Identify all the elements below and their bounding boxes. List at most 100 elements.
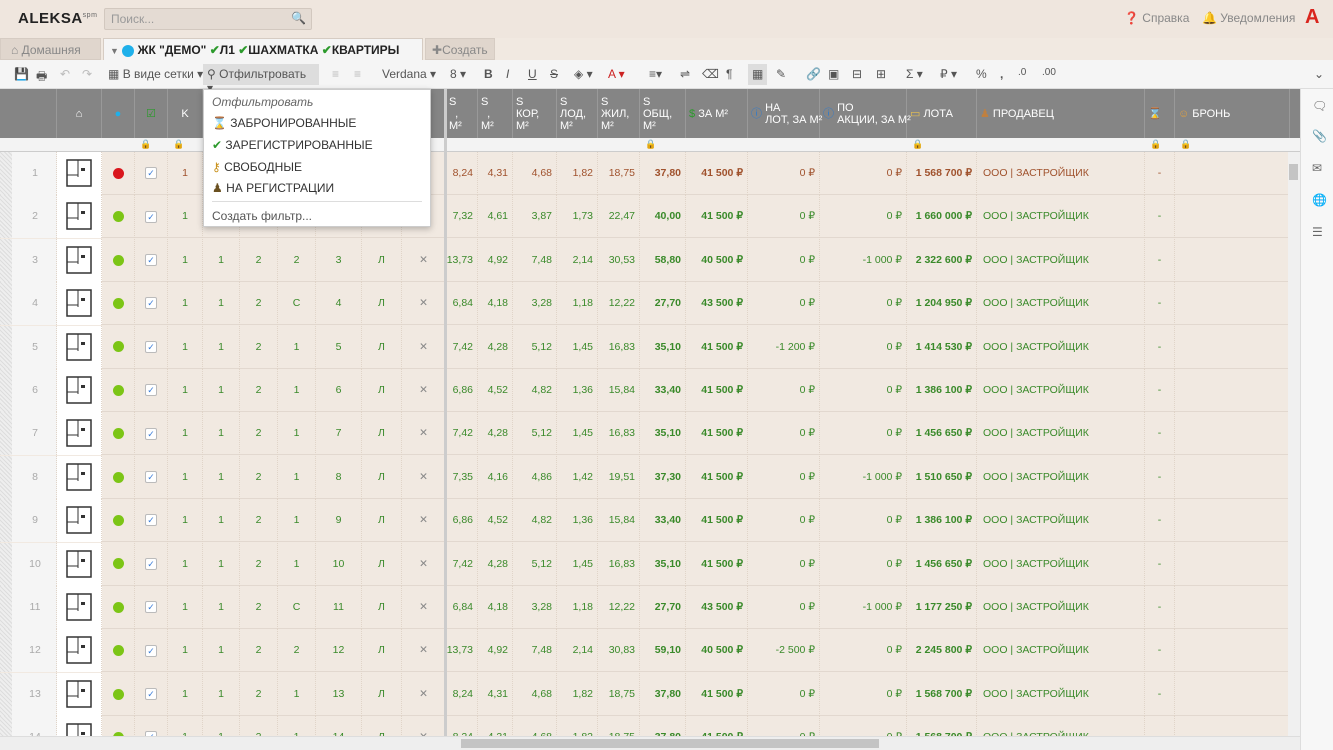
price-cell[interactable]: 0 ₽ [820,629,907,673]
price-cell[interactable]: 0 ₽ [820,369,907,412]
area-cell[interactable]: 3,28 [513,282,557,326]
area-cell[interactable]: 15,84 [598,499,640,543]
column-header[interactable] [0,89,57,138]
table-row[interactable]: 14✓112114Л✕8,244,314,681,8218,7537,8041 … [0,716,1290,736]
checkbox[interactable]: ✓ [145,254,157,267]
frozen-divider[interactable] [444,89,447,736]
table-row[interactable]: 1 ✓ 1 8,24 4,31 4,68 1,82 18,75 37,80 41 500 ₽0 ₽… [0,152,1290,195]
eraser-icon[interactable]: ⌫ [698,64,723,85]
checkbox-cell[interactable]: ✓ [135,499,168,543]
font-select[interactable]: Verdana ▾ [378,64,440,85]
attribute-cell[interactable]: 2 [240,282,278,326]
attribute-cell[interactable]: Л [362,542,402,586]
price-cell[interactable]: 41 500 ₽ [686,455,748,499]
attribute-cell[interactable]: 1 [203,412,240,456]
attribute-cell[interactable]: 1 [278,412,316,456]
sum-icon[interactable]: Σ ▾ [902,64,927,85]
currency-icon[interactable]: ₽ ▾ [936,64,961,85]
floor-plan-thumbnail[interactable] [57,672,102,716]
price-cell[interactable]: 0 ₽ [748,412,820,456]
app-logo[interactable]: ALEKSAspm [18,10,97,27]
highlight-icon[interactable]: ✎ [772,64,790,85]
attribute-cell[interactable]: 1 [278,499,316,543]
status-dot[interactable] [102,586,135,629]
area-cell[interactable]: 7,42 [446,542,478,586]
checkbox[interactable]: ✓ [145,167,157,180]
checkbox[interactable]: ✓ [145,427,157,440]
row-handle[interactable] [0,238,12,282]
table-row[interactable]: 13 ✓ 1 1 2 1 13 Л ✕ 8,24 4,31 4,68 1,82 18,75 37,80 41 … [0,672,1290,716]
area-cell[interactable]: 13,73 [446,238,478,282]
column-header[interactable]: S , М² [478,89,513,138]
status-dot[interactable] [102,238,135,282]
table-row[interactable]: 5 ✓ 1 1 2 1 5 Л ✕ 7,42 4,28 5,12 1,45 16,83 35,10 41 50… [0,325,1290,369]
area-cell[interactable]: 1,73 [557,195,598,239]
column-header[interactable]: ♟ ПРОДАВЕЦ [977,89,1145,138]
price-cell[interactable]: 0 ₽ [748,195,820,239]
price-cell[interactable]: 1 510 650 ₽ [907,455,977,499]
area-cell[interactable]: 35,10 [640,325,686,369]
hourglass-cell[interactable]: - [1145,542,1175,586]
area-cell[interactable]: 1,18 [557,282,598,326]
attribute-cell[interactable]: 1 [278,672,316,716]
price-cell[interactable]: 43 500 ₽ [686,282,748,326]
remove-cell[interactable]: ✕ [402,412,446,456]
row-number[interactable]: 13 [0,672,57,716]
area-cell[interactable]: 8,24 [446,672,478,716]
price-cell[interactable]: 41 500 ₽ [686,369,748,412]
align-icon[interactable]: ≡▾ [645,64,666,85]
price-cell[interactable]: 41 500 ₽ [686,195,748,239]
thousands-icon[interactable]: , [996,64,1007,85]
area-cell[interactable]: 30,53 [598,238,640,282]
area-cell[interactable]: 4,28 [478,412,513,456]
area-cell[interactable]: 1,82 [557,152,598,195]
area-cell[interactable]: 8,24 [446,152,478,195]
booking-cell[interactable] [1175,542,1290,586]
row-number[interactable]: 11 [0,586,57,629]
checkbox-cell[interactable]: ✓ [135,629,168,673]
insert-row-icon[interactable]: ⊟ [848,64,866,85]
price-cell[interactable]: 0 ₽ [748,455,820,499]
save-icon[interactable]: 💾 [10,64,33,85]
area-cell[interactable]: 1,82 [557,716,598,736]
price-cell[interactable]: 0 ₽ [748,238,820,282]
area-cell[interactable]: 7,48 [513,629,557,673]
remove-cell[interactable]: ✕ [402,369,446,412]
attribute-cell[interactable]: 1 [168,672,203,716]
remove-cell[interactable]: ✕ [402,586,446,629]
attribute-cell[interactable]: 2 [240,412,278,456]
area-cell[interactable]: 4,61 [478,195,513,239]
hourglass-cell[interactable]: - [1145,282,1175,326]
area-cell[interactable]: 4,52 [478,369,513,412]
area-cell[interactable]: 37,30 [640,455,686,499]
price-cell[interactable]: 0 ₽ [748,282,820,326]
area-cell[interactable]: 1,45 [557,542,598,586]
attribute-cell[interactable]: Л [362,412,402,456]
status-dot[interactable] [102,325,135,369]
attribute-cell[interactable]: 1 [168,195,203,239]
area-cell[interactable]: 6,84 [446,282,478,326]
attribute-cell[interactable]: 7 [316,412,362,456]
row-handle[interactable] [0,672,12,716]
booking-cell[interactable] [1175,455,1290,499]
area-cell[interactable]: 33,40 [640,369,686,412]
filter-reserved[interactable]: ⌛ ЗАБРОНИРОВАННЫЕ [212,116,356,130]
area-cell[interactable]: 4,31 [478,152,513,195]
attribute-cell[interactable]: Л [362,716,402,736]
price-cell[interactable]: 1 204 950 ₽ [907,282,977,326]
attribute-cell[interactable]: 1 [168,716,203,736]
attribute-cell[interactable]: Л [362,499,402,543]
area-cell[interactable]: 4,92 [478,629,513,673]
scroll-thumb[interactable] [461,739,879,748]
seller-cell[interactable]: ООО | ЗАСТРОЙЩИК [977,586,1145,629]
checkbox-cell[interactable]: ✓ [135,412,168,456]
attribute-cell[interactable]: 1 [168,238,203,282]
column-header[interactable]: ● [102,89,135,138]
price-cell[interactable]: 0 ₽ [820,499,907,543]
attribute-cell[interactable]: 2 [240,716,278,736]
area-cell[interactable]: 1,82 [557,672,598,716]
column-header[interactable]: ☑ [135,89,168,138]
price-cell[interactable]: 1 177 250 ₽ [907,586,977,629]
price-cell[interactable]: 0 ₽ [748,586,820,629]
checkbox[interactable]: ✓ [145,384,157,397]
